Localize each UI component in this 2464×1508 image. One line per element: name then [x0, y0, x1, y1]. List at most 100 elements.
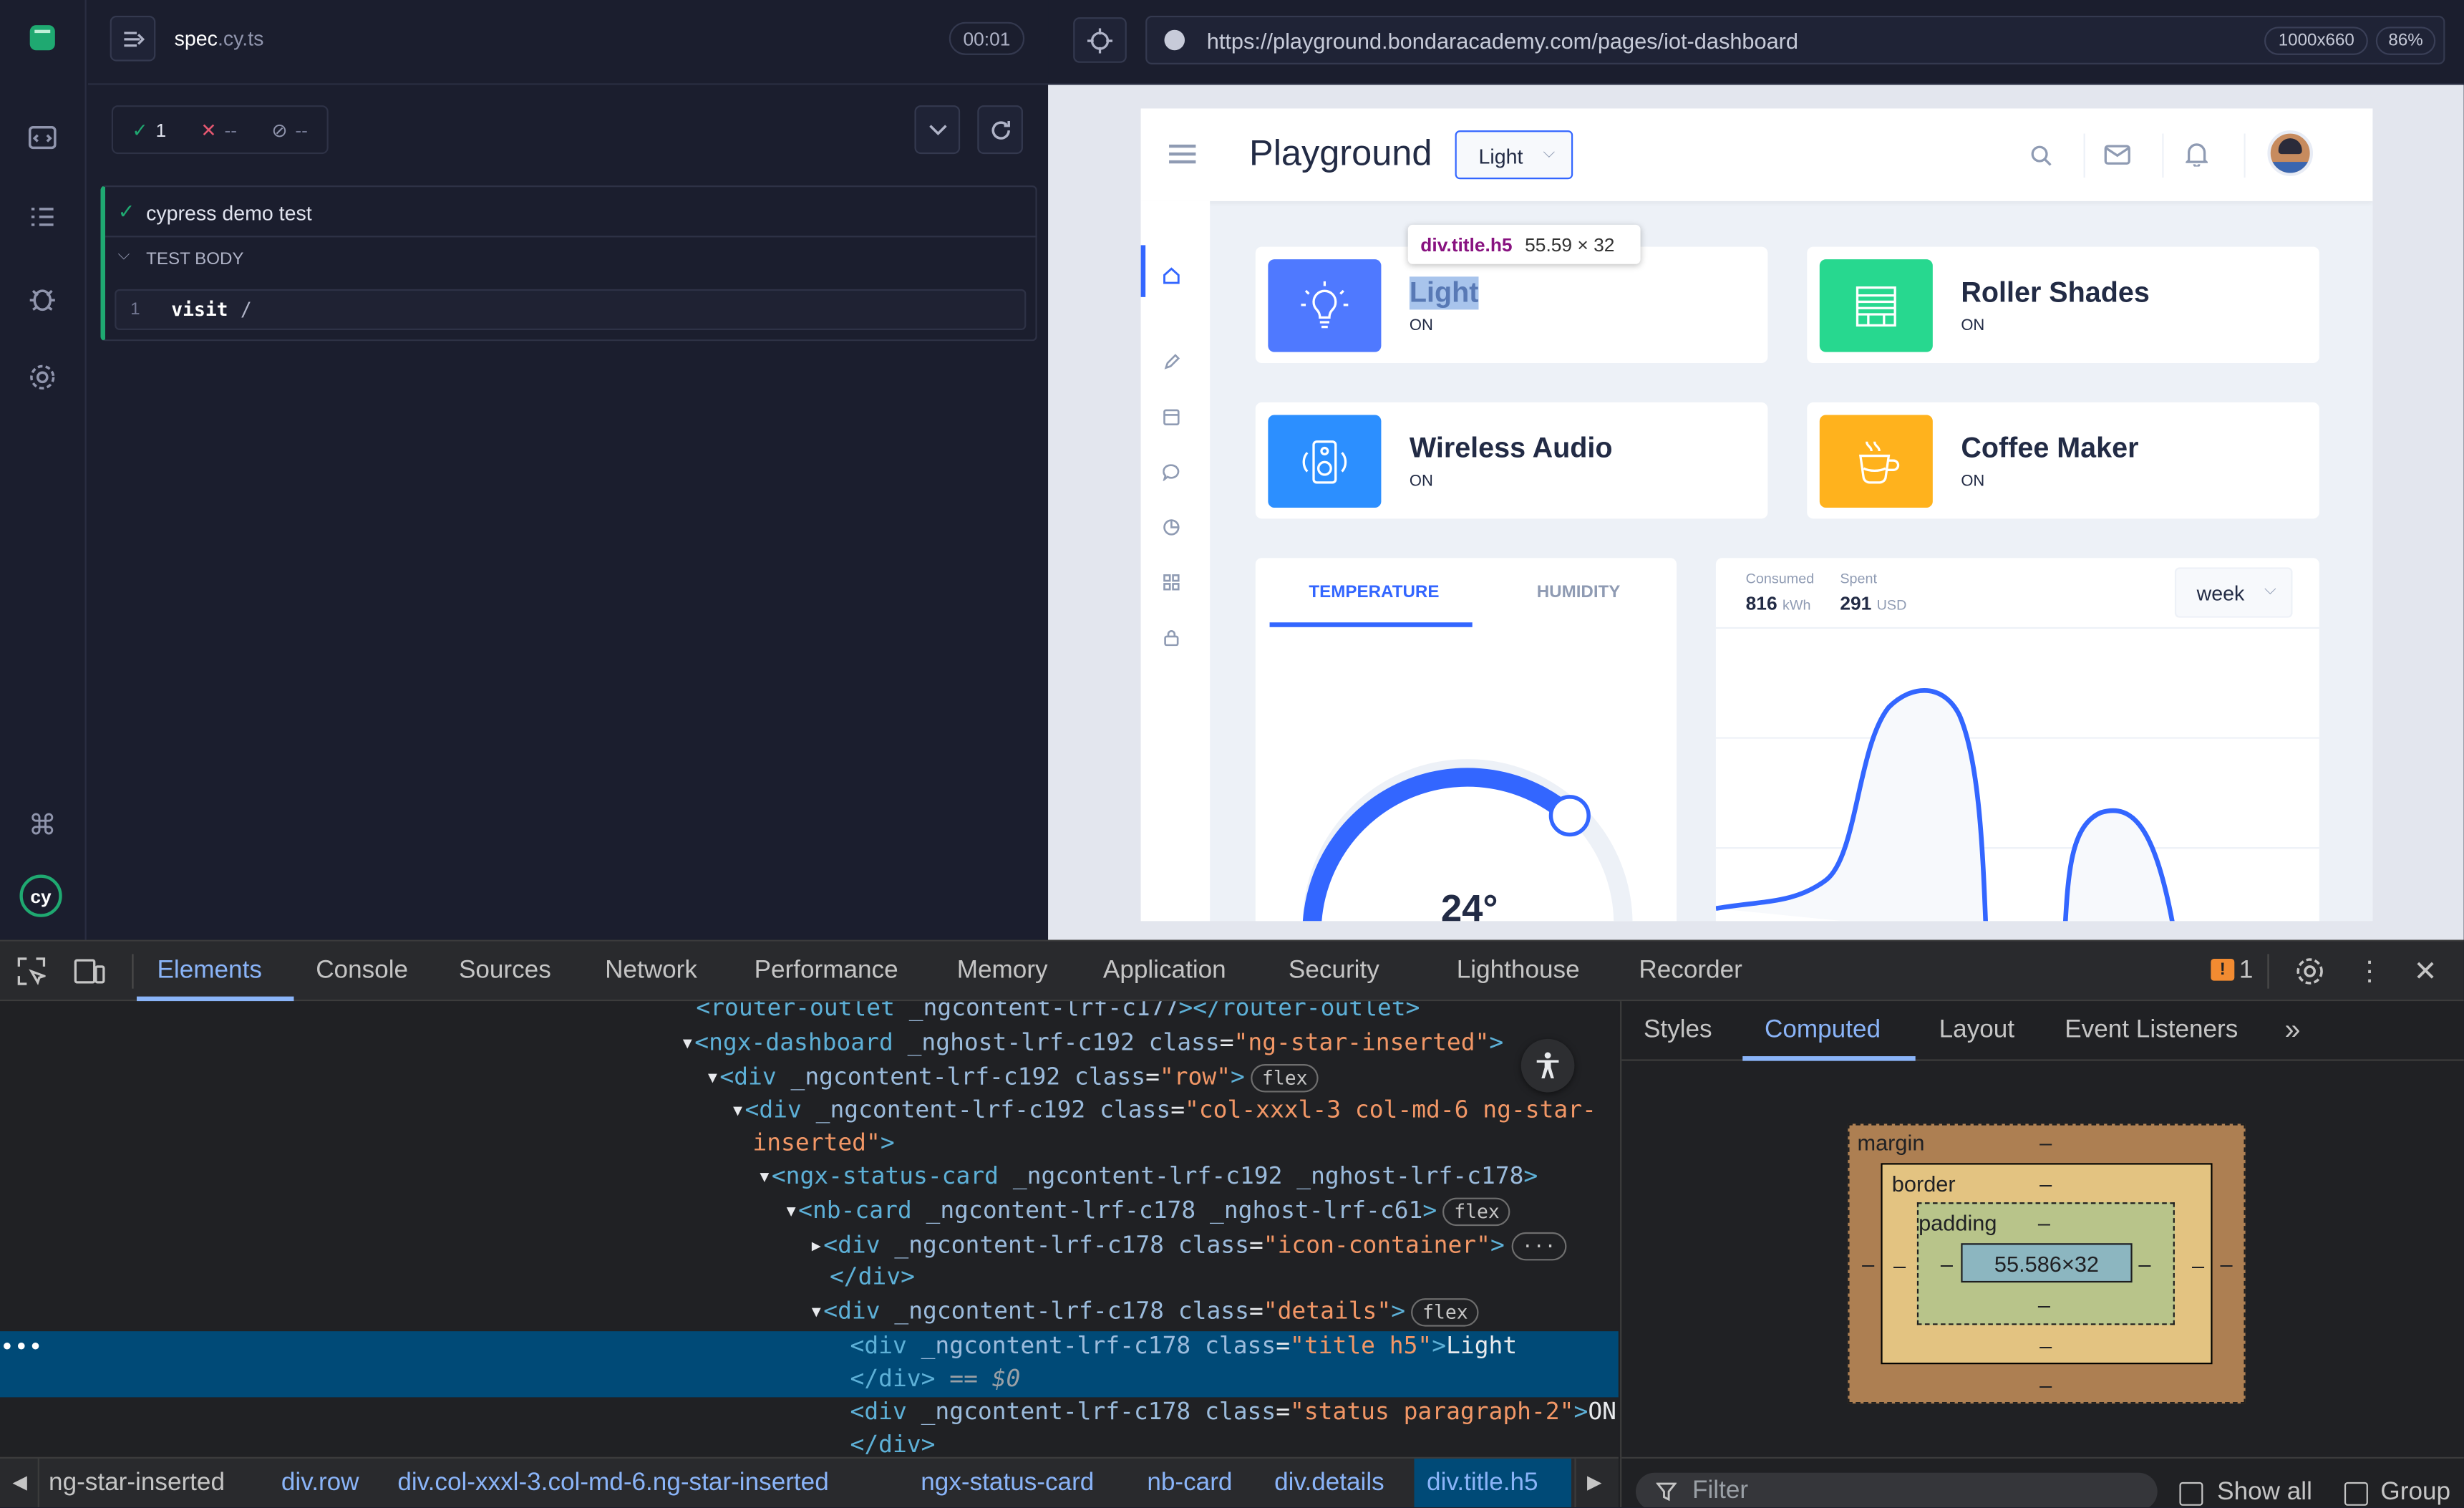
tab-elements[interactable]: Elements: [157, 957, 262, 986]
accessibility-tree-icon[interactable]: [1520, 1038, 1575, 1093]
box-model-margin[interactable]: margin – – – – border – – – – padding – …: [1848, 1123, 2246, 1404]
flex-badge[interactable]: flex: [1251, 1064, 1319, 1093]
breadcrumb-item[interactable]: ngx-status-card: [921, 1469, 1094, 1498]
rerun-icon[interactable]: [977, 105, 1023, 155]
dom-line[interactable]: </div>: [850, 1429, 935, 1456]
tab-network[interactable]: Network: [605, 957, 697, 986]
dom-line[interactable]: ▾<ngx-dashboard _nghost-lrf-c192 class="…: [680, 1026, 1503, 1059]
settings-icon[interactable]: [25, 360, 59, 395]
spec-filename: spec.cy.ts: [174, 26, 264, 51]
dom-line[interactable]: ▾<div _ngcontent-lrf-c192 class="col-xxx…: [731, 1094, 1596, 1127]
box-model-content[interactable]: 55.586×32: [1961, 1243, 2133, 1283]
tab-lighthouse[interactable]: Lighthouse: [1457, 957, 1580, 986]
more-tabs-icon[interactable]: »: [2285, 1014, 2301, 1047]
status-card-title: Light: [1409, 276, 1479, 310]
runs-icon[interactable]: [25, 200, 59, 234]
breadcrumb-item[interactable]: ng-star-inserted: [49, 1469, 225, 1498]
tab-performance[interactable]: Performance: [755, 957, 898, 986]
passed-icon: ✓: [132, 118, 148, 141]
ellipsis-badge[interactable]: ···: [1510, 1232, 1567, 1261]
dom-line[interactable]: ▾<div _ngcontent-lrf-c192 class="row"> fl…: [706, 1061, 1319, 1094]
tab-layout[interactable]: Layout: [1939, 1017, 2014, 1045]
tab-styles[interactable]: Styles: [1644, 1017, 1712, 1045]
tab-computed[interactable]: Computed: [1765, 1017, 1881, 1045]
inspect-element-icon[interactable]: [17, 957, 48, 993]
box-model-border[interactable]: border – – – – padding – – – – 55.586×32: [1881, 1163, 2213, 1365]
dom-line[interactable]: ▾<ngx-status-card _ngcontent-lrf-c192 _n…: [757, 1160, 1538, 1193]
tab-application[interactable]: Application: [1103, 957, 1226, 986]
test-item[interactable]: ✓ cypress demo test ⌵ TEST BODY 1 visit …: [100, 185, 1037, 342]
node-options-icon[interactable]: •••: [0, 1331, 42, 1364]
breadcrumb-item[interactable]: div.details: [1274, 1469, 1384, 1498]
dom-line[interactable]: <router-outlet _ngcontent-lrf-c177></rou…: [696, 1001, 1420, 1025]
flex-badge[interactable]: flex: [1442, 1197, 1511, 1227]
home-icon[interactable]: [1163, 264, 1180, 293]
collapse-icon[interactable]: ⌵: [118, 247, 130, 264]
chat-icon[interactable]: [1162, 460, 1180, 489]
dom-line-selected[interactable]: </div> == $0: [850, 1363, 1020, 1396]
pie-chart-icon[interactable]: [1163, 516, 1180, 544]
avatar[interactable]: [2267, 130, 2314, 176]
status-card-coffee-maker[interactable]: Coffee Maker ON: [1807, 402, 2319, 519]
grid-icon[interactable]: [1163, 571, 1180, 599]
dom-line-selected[interactable]: <div _ngcontent-lrf-c178 class="title h5…: [850, 1330, 1517, 1363]
dom-line[interactable]: ▸<div _ngcontent-lrf-c178 class="icon-co…: [809, 1229, 1567, 1262]
toggle-specs-button[interactable]: [110, 15, 156, 62]
cypress-logo-icon[interactable]: cy: [19, 874, 62, 917]
keyboard-shortcuts-icon[interactable]: ⌘: [25, 808, 59, 842]
status-card-light[interactable]: Light ON: [1255, 246, 1768, 364]
breadcrumb-item[interactable]: div.row: [281, 1469, 359, 1498]
tab-sources[interactable]: Sources: [459, 957, 551, 986]
url-bar[interactable]: https://playground.bondaracademy.com/pag…: [1145, 15, 2445, 64]
menu-icon[interactable]: [1169, 144, 1196, 164]
status-card-roller-shades[interactable]: Roller Shades ON: [1807, 246, 2319, 364]
tab-event-listeners[interactable]: Event Listeners: [2065, 1017, 2238, 1045]
status-card-wireless-audio[interactable]: Wireless Audio ON: [1255, 402, 1768, 519]
lock-icon[interactable]: [1163, 626, 1180, 654]
chevron-down-icon[interactable]: [914, 105, 961, 155]
selector-playground-icon[interactable]: [1073, 17, 1127, 63]
breadcrumb-item[interactable]: div.col-xxxl-3.col-md-6.ng-star-inserted: [397, 1469, 828, 1498]
dom-line[interactable]: </div>: [830, 1260, 915, 1293]
mail-icon[interactable]: [2104, 145, 2130, 173]
edit-icon[interactable]: [1163, 350, 1180, 379]
status-card-title: Coffee Maker: [1961, 432, 2139, 464]
theme-select[interactable]: Light ⌵: [1455, 130, 1573, 180]
issues-icon[interactable]: !: [2211, 958, 2235, 981]
period-select[interactable]: week ⌵: [2174, 567, 2293, 618]
breadcrumb-item-selected[interactable]: div.title.h5: [1427, 1469, 1538, 1498]
specs-icon[interactable]: [25, 120, 59, 154]
command-arg: /: [240, 299, 252, 321]
more-options-icon[interactable]: · · ·: [2364, 946, 2374, 993]
command-row[interactable]: 1 visit /: [115, 289, 1027, 330]
tab-memory[interactable]: Memory: [957, 957, 1048, 986]
pending-count: --: [295, 118, 308, 141]
dom-line[interactable]: ▾<div _ngcontent-lrf-c178 class="details…: [809, 1295, 1479, 1328]
status-card-status: ON: [1961, 317, 1985, 335]
cypress-app-icon[interactable]: [25, 21, 59, 55]
close-icon[interactable]: ✕: [2414, 956, 2438, 989]
tab-humidity[interactable]: HUMIDITY: [1537, 583, 1621, 601]
gear-icon[interactable]: [2294, 956, 2326, 995]
consumed-label: Consumed: [1745, 570, 1815, 586]
tab-temperature[interactable]: TEMPERATURE: [1309, 583, 1439, 601]
layout-icon[interactable]: [1163, 405, 1180, 434]
flex-badge[interactable]: flex: [1411, 1298, 1479, 1327]
scroll-left-icon[interactable]: ◀: [13, 1471, 27, 1494]
breadcrumb-item[interactable]: nb-card: [1147, 1469, 1232, 1498]
show-all-checkbox[interactable]: [2179, 1482, 2203, 1506]
tab-security[interactable]: Security: [1289, 957, 1379, 986]
filter-input[interactable]: Filter: [1635, 1472, 2158, 1508]
tab-console[interactable]: Console: [316, 957, 408, 986]
dom-line[interactable]: ▾<nb-card _ngcontent-lrf-c178 _nghost-lr…: [784, 1194, 1511, 1227]
search-icon[interactable]: [2030, 145, 2052, 175]
device-toolbar-icon[interactable]: [74, 957, 105, 993]
bell-icon[interactable]: [2184, 142, 2209, 175]
dom-line[interactable]: <div _ngcontent-lrf-c178 class="status p…: [850, 1396, 1616, 1429]
dom-line[interactable]: inserted">: [752, 1127, 894, 1160]
tab-recorder[interactable]: Recorder: [1639, 957, 1742, 986]
scroll-right-icon[interactable]: ▶: [1587, 1471, 1601, 1494]
group-checkbox[interactable]: [2344, 1482, 2368, 1506]
box-model-padding[interactable]: padding – – – – 55.586×32: [1916, 1202, 2175, 1325]
debug-icon[interactable]: [25, 281, 59, 316]
